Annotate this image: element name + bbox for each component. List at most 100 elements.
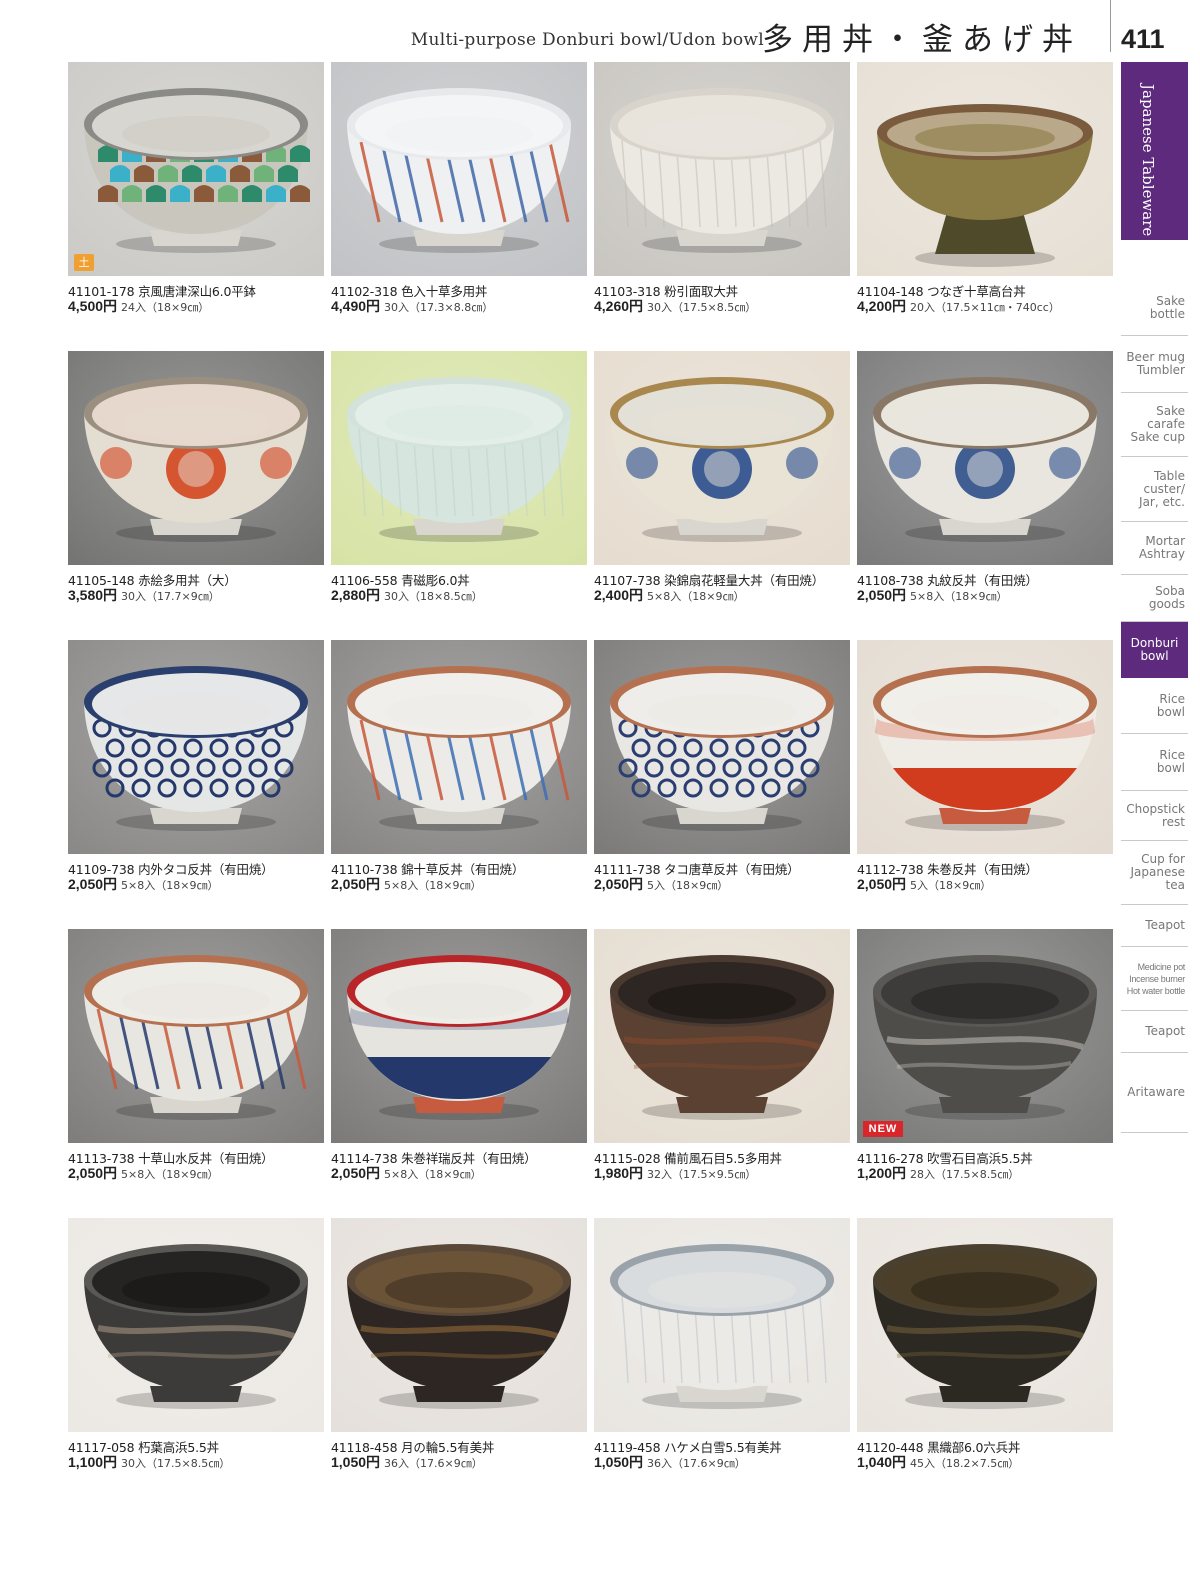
product-spec: 5×8入（18×9㎝） xyxy=(647,590,745,603)
product-price-line: 2,050円 5入（18×9㎝） xyxy=(857,874,991,894)
product-price-line: 4,500円 24入（18×9㎝） xyxy=(68,296,209,316)
product-price: 4,490円 xyxy=(331,298,381,314)
product-spec: 5×8入（18×9㎝） xyxy=(384,879,482,892)
product-spec: 5入（18×9㎝） xyxy=(647,879,729,892)
section-tab-label: Japanese Tableware xyxy=(1139,84,1157,237)
sidebar-item-beer-mug[interactable]: Beer mug Tumbler xyxy=(1121,336,1188,393)
bowl-photo xyxy=(857,62,1113,276)
product-spec: 30入（17.5×8.5㎝） xyxy=(121,1457,231,1470)
product-price-line: 2,050円 5×8入（18×9㎝） xyxy=(857,585,1007,605)
sidebar-item-medicine-pot[interactable]: Medicine pot Incense burner Hot water bo… xyxy=(1121,947,1188,1011)
product-card[interactable]: 41102-318 色入十草多用丼 4,490円 30入（17.3×8.8㎝） xyxy=(331,62,587,332)
bowl-photo xyxy=(594,640,850,854)
product-card[interactable]: 41103-318 粉引面取大丼 4,260円 30入（17.5×8.5㎝） xyxy=(594,62,850,332)
product-price-line: 2,880円 30入（18×8.5㎝） xyxy=(331,585,483,605)
sidebar-item-aritaware[interactable]: Aritaware xyxy=(1121,1053,1188,1133)
sidebar-item-rice[interactable]: Rice bowl xyxy=(1121,734,1188,791)
product-price: 4,500円 xyxy=(68,298,118,314)
product-price: 2,050円 xyxy=(331,876,381,892)
title-japanese: 多用丼・釜あげ丼 xyxy=(762,22,1082,58)
page-header: Multi-purpose Donburi bowl/Udon bowl 多用丼… xyxy=(0,0,1200,60)
page-number: 411 xyxy=(1121,24,1165,54)
product-spec: 45入（18.2×7.5㎝） xyxy=(910,1457,1020,1470)
product-card[interactable]: 41115-028 備前風石目5.5多用丼 1,980円 32入（17.5×9.5㎝… xyxy=(594,929,850,1199)
product-card[interactable]: 41104-148 つなぎ十草高台丼 4,200円 20入（17.5×11㎝・740… xyxy=(857,62,1113,332)
product-card[interactable]: NEW 41116-278 吹雪石目高浜5.5丼 1,200円 28入（17.5×8.… xyxy=(857,929,1113,1199)
product-spec: 24入（18×9㎝） xyxy=(121,301,210,314)
sidebar-item-sake[interactable]: Sake bottle xyxy=(1121,280,1188,336)
product-card[interactable]: 41107-738 染錦扇花軽量大丼（有田焼） 2,400円 5×8入（18×9㎝） xyxy=(594,351,850,621)
sidebar-item-mortar[interactable]: Mortar Ashtray xyxy=(1121,522,1188,575)
product-price: 2,400円 xyxy=(594,587,644,603)
product-price-line: 1,980円 32入（17.5×9.5㎝） xyxy=(594,1163,756,1183)
bowl-photo xyxy=(331,640,587,854)
title-english: Multi-purpose Donburi bowl/Udon bowl xyxy=(410,30,764,50)
product-card[interactable]: 41117-058 朽葉高浜5.5丼 1,100円 30入（17.5×8.5㎝） xyxy=(68,1218,324,1488)
bowl-photo xyxy=(331,929,587,1143)
product-card[interactable]: 41106-558 青磁彫6.0丼 2,880円 30入（18×8.5㎝） xyxy=(331,351,587,621)
sidebar-item-rice[interactable]: Rice bowl xyxy=(1121,678,1188,734)
sidebar-item-donburi[interactable]: Donburi bowl xyxy=(1121,622,1188,678)
product-card[interactable]: 41120-448 黒織部6.0六兵丼 1,040円 45入（18.2×7.5㎝） xyxy=(857,1218,1113,1488)
header-divider xyxy=(1110,0,1111,52)
bowl-photo xyxy=(68,929,324,1143)
product-price-line: 1,200円 28入（17.5×8.5㎝） xyxy=(857,1163,1019,1183)
sidebar-item-sake[interactable]: Sake carafe Sake cup xyxy=(1121,393,1188,457)
sidebar-item-cup-for[interactable]: Cup for Japanese tea xyxy=(1121,841,1188,905)
product-card[interactable]: 41110-738 錦十草反丼（有田焼） 2,050円 5×8入（18×9㎝） xyxy=(331,640,587,910)
product-card[interactable]: 41105-148 赤絵多用丼（大） 3,580円 30入（17.7×9㎝） xyxy=(68,351,324,621)
product-card[interactable]: 41111-738 タコ唐草反丼（有田焼） 2,050円 5入（18×9㎝） xyxy=(594,640,850,910)
product-price: 1,050円 xyxy=(594,1454,644,1470)
bowl-photo xyxy=(68,640,324,854)
product-price: 1,050円 xyxy=(331,1454,381,1470)
product-card[interactable]: 41118-458 月の輪5.5有美丼 1,050円 36入（17.6×9㎝） xyxy=(331,1218,587,1488)
bowl-photo xyxy=(594,351,850,565)
product-price-line: 4,200円 20入（17.5×11㎝・740cc） xyxy=(857,296,1060,316)
bowl-photo xyxy=(857,351,1113,565)
product-spec: 30入（17.5×8.5㎝） xyxy=(647,301,757,314)
product-price-line: 1,050円 36入（17.6×9㎝） xyxy=(594,1452,746,1472)
bowl-photo xyxy=(331,62,587,276)
new-badge: NEW xyxy=(863,1121,903,1137)
sidebar-item-table[interactable]: Table custer/ Jar, etc. xyxy=(1121,457,1188,522)
product-spec: 5×8入（18×9㎝） xyxy=(121,1168,219,1181)
product-price-line: 1,040円 45入（18.2×7.5㎝） xyxy=(857,1452,1019,1472)
section-tab[interactable]: Japanese Tableware xyxy=(1121,62,1188,240)
product-price-line: 2,400円 5×8入（18×9㎝） xyxy=(594,585,744,605)
product-card[interactable]: 41112-738 朱巻反丼（有田焼） 2,050円 5入（18×9㎝） xyxy=(857,640,1113,910)
sidebar-item-soba[interactable]: Soba goods xyxy=(1121,575,1188,622)
product-price-line: 2,050円 5×8入（18×9㎝） xyxy=(68,1163,218,1183)
product-price: 2,050円 xyxy=(857,876,907,892)
bowl-photo xyxy=(857,640,1113,854)
product-card[interactable]: 41108-738 丸紋反丼（有田焼） 2,050円 5×8入（18×9㎝） xyxy=(857,351,1113,621)
product-spec: 5×8入（18×9㎝） xyxy=(384,1168,482,1181)
bowl-photo xyxy=(331,351,587,565)
product-spec: 5入（18×9㎝） xyxy=(910,879,992,892)
product-price: 1,040円 xyxy=(857,1454,907,1470)
product-spec: 30入（17.3×8.8㎝） xyxy=(384,301,494,314)
product-price: 4,260円 xyxy=(594,298,644,314)
product-spec: 30入（17.7×9㎝） xyxy=(121,590,220,603)
product-card[interactable]: 41114-738 朱巻祥瑞反丼（有田焼） 2,050円 5×8入（18×9㎝） xyxy=(331,929,587,1199)
product-price: 1,980円 xyxy=(594,1165,644,1181)
bowl-photo xyxy=(68,62,324,276)
bowl-photo xyxy=(594,1218,850,1432)
product-price-line: 2,050円 5入（18×9㎝） xyxy=(594,874,728,894)
product-card[interactable]: 41119-458 ハケメ白雪5.5有美丼 1,050円 36入（17.6×9㎝） xyxy=(594,1218,850,1488)
product-price: 2,050円 xyxy=(68,876,118,892)
earth-clay-badge: 土 xyxy=(74,254,94,271)
product-spec: 32入（17.5×9.5㎝） xyxy=(647,1168,757,1181)
sidebar-item-chopstick[interactable]: Chopstick rest xyxy=(1121,791,1188,841)
product-price: 2,050円 xyxy=(857,587,907,603)
bowl-photo xyxy=(68,351,324,565)
product-card[interactable]: 土 41101-178 京風唐津深山6.0平鉢 4,500円 24入（18×9㎝） xyxy=(68,62,324,332)
product-spec: 36入（17.6×9㎝） xyxy=(384,1457,483,1470)
product-card[interactable]: 41109-738 内外タコ反丼（有田焼） 2,050円 5×8入（18×9㎝） xyxy=(68,640,324,910)
product-spec: 28入（17.5×8.5㎝） xyxy=(910,1168,1020,1181)
sidebar-item-teapot[interactable]: Teapot xyxy=(1121,1011,1188,1053)
product-card[interactable]: 41113-738 十草山水反丼（有田焼） 2,050円 5×8入（18×9㎝） xyxy=(68,929,324,1199)
bowl-photo xyxy=(331,1218,587,1432)
sidebar-item-teapot[interactable]: Teapot xyxy=(1121,905,1188,947)
product-price-line: 4,490円 30入（17.3×8.8㎝） xyxy=(331,296,493,316)
bowl-photo xyxy=(857,929,1113,1143)
